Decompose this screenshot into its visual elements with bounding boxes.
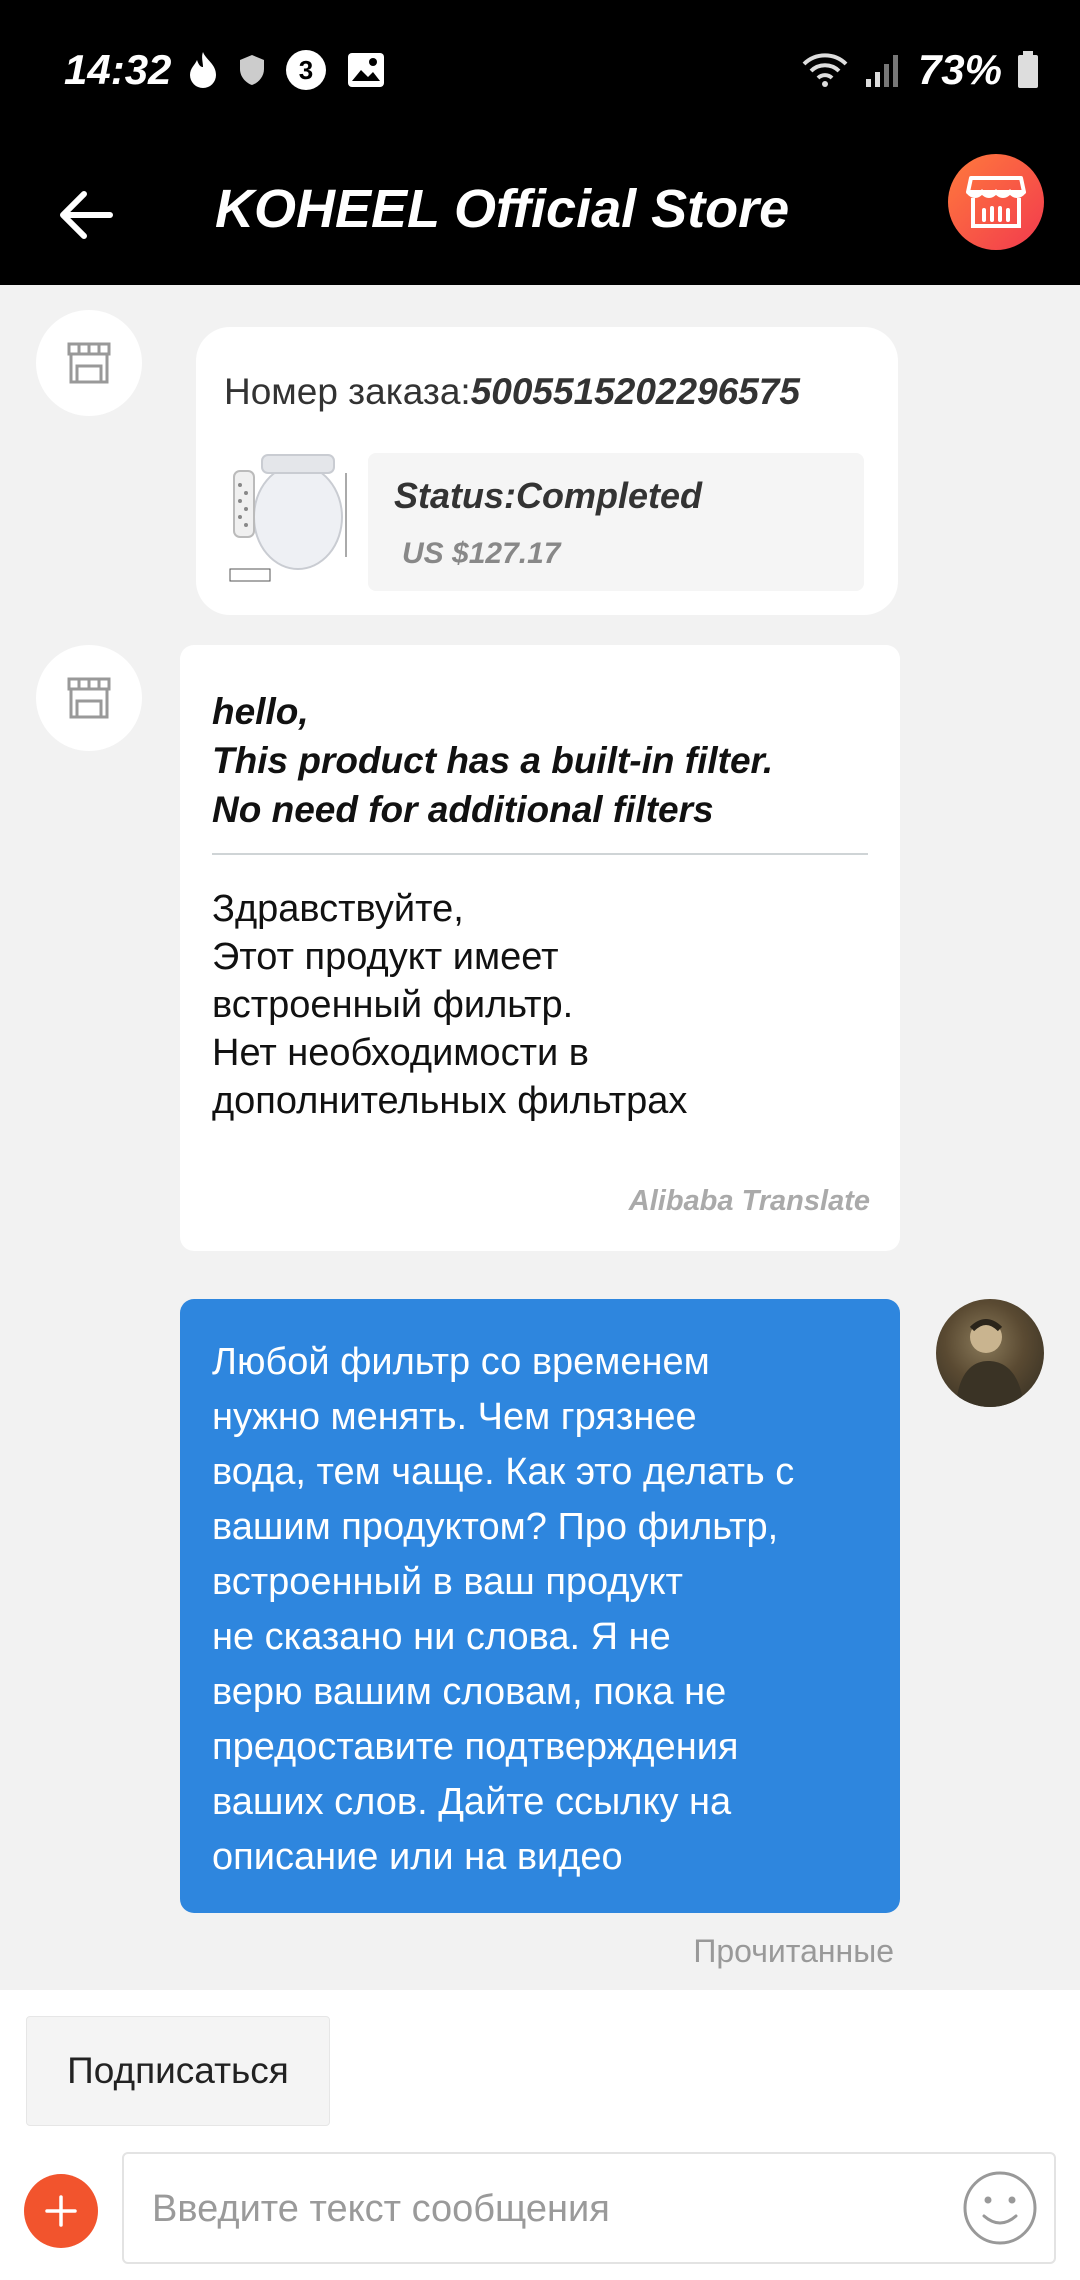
store-title: KOHEEL Official Store <box>215 179 790 239</box>
back-arrow-icon <box>60 191 113 239</box>
gallery-icon <box>348 53 384 87</box>
message-line: Этот продукт имеет <box>212 936 559 978</box>
order-card[interactable]: Номер заказа:5005515202296575 Status:Com… <box>196 327 898 615</box>
message-line: ваших слов. Дайте ссылку на <box>212 1781 732 1823</box>
order-label: Номер заказа: <box>224 371 471 412</box>
my-message[interactable]: Любой фильтр со временем нужно менять. Ч… <box>180 1299 900 1913</box>
user-avatar[interactable] <box>936 1299 1044 1407</box>
order-status-box: Status:Completed US $127.17 <box>368 453 864 591</box>
storefront-icon <box>966 176 1026 228</box>
storefront-icon <box>67 677 111 719</box>
message-original-text: hello, This product has a built-in filte… <box>212 687 773 834</box>
product-thumbnail[interactable] <box>226 445 356 585</box>
message-translated-text: Здравствуйте, Этот продукт имеет встроен… <box>212 885 687 1125</box>
read-status: Прочитанные <box>693 1933 894 1969</box>
flame-icon <box>190 52 216 88</box>
message-line: hello, <box>212 691 309 732</box>
status-time: 14:32 <box>64 46 172 93</box>
chat-area[interactable]: Номер заказа:5005515202296575 Status:Com… <box>0 285 1080 1990</box>
message-line: встроенный фильтр. <box>212 984 574 1026</box>
smiley-icon <box>963 2171 1037 2245</box>
message-line: No need for additional filters <box>212 789 714 830</box>
signal-icon <box>865 55 898 87</box>
order-price: US $127.17 <box>402 537 561 570</box>
translation-divider <box>212 853 868 855</box>
message-line: не сказано ни слова. Я не <box>212 1616 671 1658</box>
message-line: Любой фильтр со временем <box>212 1341 710 1383</box>
back-button[interactable] <box>52 180 122 250</box>
order-number: Номер заказа:5005515202296575 <box>224 371 800 413</box>
message-line: Нет необходимости в <box>212 1032 589 1074</box>
message-input-placeholder: Введите текст сообщения <box>152 2188 610 2230</box>
shield-icon <box>240 55 264 85</box>
message-input[interactable]: Введите текст сообщения <box>122 2152 1056 2264</box>
status-bar: 14:32 3 73% <box>0 0 1080 150</box>
seller-message[interactable]: hello, This product has a built-in filte… <box>180 645 900 1251</box>
battery-icon <box>1018 51 1038 88</box>
store-avatar[interactable] <box>36 310 142 416</box>
message-line: встроенный в ваш продукт <box>212 1561 683 1603</box>
message-line: описание или на видео <box>212 1836 623 1878</box>
status-icons-left: 3 <box>186 48 386 92</box>
order-number-value: 5005515202296575 <box>470 371 800 412</box>
wifi-icon <box>802 53 848 87</box>
store-avatar[interactable] <box>36 645 142 751</box>
message-line: вашим продуктом? Про фильтр, <box>212 1506 779 1548</box>
add-attachment-button[interactable] <box>24 2174 98 2248</box>
message-line: вода, тем чаще. Как это делать с <box>212 1451 795 1493</box>
status-icons-right: 73% <box>800 46 1040 94</box>
plus-icon <box>45 2195 77 2227</box>
emoji-button[interactable] <box>960 2168 1040 2248</box>
bottom-bar: Подписаться Введите текст сообщения <box>0 1990 1080 2280</box>
svg-text:3: 3 <box>299 55 313 85</box>
message-line: нужно менять. Чем грязнее <box>212 1396 697 1438</box>
order-status: Status:Completed <box>394 475 703 516</box>
storefront-icon <box>67 342 111 384</box>
notification-count-icon: 3 <box>286 50 326 90</box>
message-line: Здравствуйте, <box>212 888 464 930</box>
store-button[interactable] <box>948 154 1044 250</box>
battery-percent: 73% <box>917 46 1002 93</box>
message-line: дополнительных фильтрах <box>212 1080 688 1122</box>
translator-label: Alibaba Translate <box>628 1185 870 1217</box>
subscribe-button[interactable]: Подписаться <box>26 2016 330 2126</box>
message-line: This product has a built-in filter. <box>212 740 774 781</box>
chat-header: KOHEEL Official Store <box>0 150 1080 285</box>
message-text: Любой фильтр со временем нужно менять. Ч… <box>212 1335 882 1885</box>
user-photo-icon <box>956 1319 1024 1407</box>
message-line: верю вашим словам, пока не <box>212 1671 727 1713</box>
message-line: предоставите подтверждения <box>212 1726 739 1768</box>
